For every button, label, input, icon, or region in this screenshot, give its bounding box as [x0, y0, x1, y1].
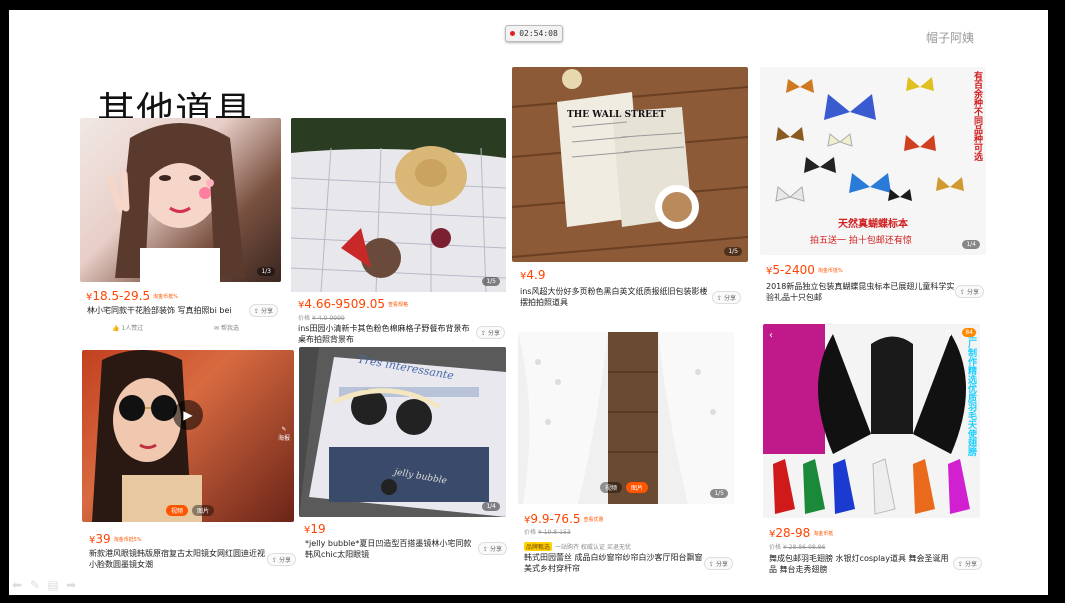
product-image-7[interactable]: 视频 图片 1/5 [518, 332, 734, 504]
sunglasses-model-illustration [92, 350, 202, 522]
portrait-illustration [106, 123, 245, 282]
product-image-6[interactable]: Très intéressante jelly bubble 1/4 [299, 347, 506, 517]
image-caption: 天然真蝴蝶标本 [838, 219, 908, 230]
recording-timer: 02:54:08 [505, 25, 563, 42]
original-price: 价格 ¥ 28.86-98.86 [769, 544, 826, 551]
presentation-toolbar: ⬅ ✎ ▤ ➡ [10, 578, 78, 592]
product-description: ins田园小清新卡其色粉色棉麻格子野餐布背景布桌布拍照背景布 [298, 324, 470, 344]
image-caption-2: 拍五送一 拍十包邮还有惊 [810, 236, 912, 246]
brand-watermark: 帽子阿姨 [926, 31, 975, 45]
share-button[interactable]: ⇪ 分享 [478, 542, 507, 555]
side-caption: 有百余种不同品种可选 [972, 71, 982, 161]
price: ¥39 淘金币抵5% [89, 532, 142, 546]
product-description: 韩式田园蕾丝 成品白纱窗帘纱帘白沙客厅阳台飘窗美式乡村穿杆帘 [524, 553, 703, 573]
product-description: 新款港风眼镜韩版原宿复古太阳镜女网红圆迪近视小脸数圆墨镜女潮 [89, 549, 265, 569]
price: ¥4.66-9509.05 查看规格 [298, 297, 409, 311]
product-image-2[interactable]: 1/5 [291, 118, 506, 292]
product-description: 2018新品独立包装真蝴蝶昆虫标本已展翅儿童科学实验礼品十只包邮 [766, 282, 955, 302]
price: ¥19 [304, 522, 326, 536]
prev-arrow-icon[interactable]: ‹ [769, 330, 773, 341]
image-counter: 1/5 [724, 247, 742, 256]
original-price: 价格 ¥ 4.9-9999 [298, 315, 345, 322]
price: ¥18.5-29.5 淘金币抵% [86, 289, 178, 303]
menu-icon[interactable]: ▤ [46, 578, 60, 592]
share-button[interactable]: ⇪ 分享 [249, 304, 278, 317]
count-badge: 84 [962, 328, 976, 337]
newspaper-illustration: THE WALL STREET [512, 69, 748, 258]
price: ¥9.9-76.5 查看优惠 [524, 512, 604, 526]
picture-tab[interactable]: 图片 [626, 482, 649, 493]
poster-button[interactable]: ✎ 海报 [278, 426, 290, 442]
share-button[interactable]: ⇪ 分享 [476, 326, 505, 339]
share-button[interactable]: ⇪ 分享 [712, 291, 741, 304]
image-counter: 1/5 [482, 277, 500, 286]
slide: 02:54:08 帽子阿姨 其他道具 1/3 ¥18.5-29.5 淘金币抵% 林… [9, 10, 1048, 595]
product-image-8[interactable]: 工厂制作精选优质羽毛天使翅膀 ‹ ⊓ 84 [763, 324, 980, 518]
product-description: *jelly bubble*夏日凹造型百搭墨镜林小宅同款韩风chic太阳眼镜 [305, 539, 472, 559]
product-image-4[interactable]: 有百余种不同品种可选 天然真蝴蝶标本 拍五送一 拍十包邮还有惊 1/4 [760, 67, 986, 255]
video-tab[interactable]: 视频 [166, 505, 189, 516]
product-image-1[interactable]: 1/3 [80, 118, 281, 282]
share-button[interactable]: ⇪ 分享 [267, 553, 296, 566]
product-description: 舞成包邮羽毛翅膀 水银灯cosplay道具 舞会圣诞用品 舞台走秀翅膀 [769, 554, 949, 574]
product-image-5[interactable]: ▶ 视频 图片 ✎ 海报 [82, 350, 294, 522]
newspaper-masthead: THE WALL STREET [567, 110, 666, 120]
pen-icon[interactable]: ✎ [28, 578, 42, 592]
original-price: 价格 ¥ 19.8-153 [524, 529, 571, 536]
product-image-3[interactable]: THE WALL STREET 1/5 [512, 67, 748, 262]
record-dot-icon [510, 31, 516, 36]
product-description: ins风超大份好多页粉色黑白英文纸质报纸旧包装影楼摆拍拍照道具 [520, 287, 708, 307]
video-tab[interactable]: 视频 [600, 482, 623, 493]
price: ¥4.9 [520, 268, 546, 282]
likes-count[interactable]: 👍 1人赞过 [112, 323, 143, 332]
share-button[interactable]: ⇪ 分享 [955, 285, 984, 298]
side-caption: 工厂制作精选优质羽毛天使翅膀 [966, 330, 976, 456]
picture-tab[interactable]: 图片 [192, 505, 215, 516]
brand-selection-row: 品牌甄选 一站购齐 权威认证 买退无忧 [524, 542, 631, 551]
image-counter: 1/4 [482, 502, 500, 511]
play-icon[interactable]: ▶ [173, 400, 203, 430]
forward-arrow-icon[interactable]: ➡ [64, 578, 78, 592]
price: ¥5-2400 淘金币抵% [766, 263, 843, 277]
share-button[interactable]: ⇪ 分享 [704, 557, 733, 570]
picnic-illustration [291, 118, 506, 292]
back-arrow-icon[interactable]: ⬅ [10, 578, 24, 592]
price: ¥28-98 淘金币抵 [769, 526, 834, 540]
timer-text: 02:54:08 [519, 29, 558, 38]
image-counter: 1/3 [257, 267, 275, 276]
product-description: 林小宅同款干花脸部装饰 写真拍照bi bei [87, 306, 232, 315]
wings-illustration [763, 324, 980, 518]
image-counter: 1/5 [710, 489, 728, 498]
curtain-illustration [518, 332, 734, 504]
image-counter: 1/4 [962, 240, 980, 249]
cart-icon[interactable]: ⊓ [945, 329, 952, 339]
share-button[interactable]: ⇪ 分享 [953, 557, 982, 570]
help-choose-button[interactable]: ✉ 帮我选 [214, 323, 239, 332]
